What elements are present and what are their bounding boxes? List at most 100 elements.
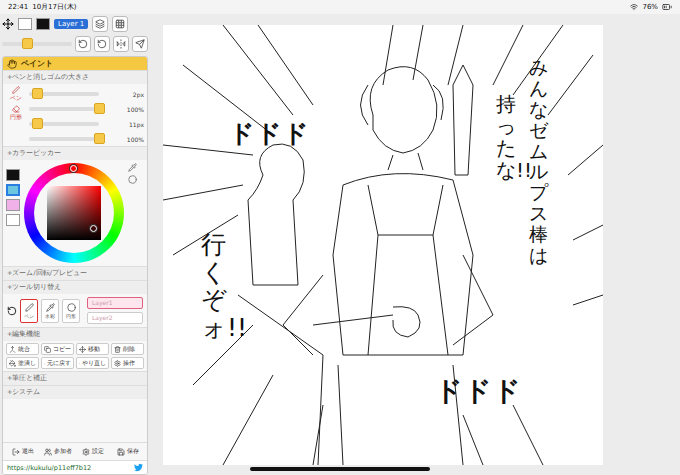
eraser-icon bbox=[12, 105, 20, 113]
size-row: 2px bbox=[29, 89, 144, 99]
top-toolbar: Layer 1 bbox=[2, 16, 148, 32]
flip-icon bbox=[116, 39, 126, 49]
tool-icon bbox=[25, 303, 34, 312]
panel-header: ペイント bbox=[3, 57, 147, 70]
hue-marker[interactable] bbox=[70, 165, 77, 172]
flip-button[interactable] bbox=[113, 36, 129, 52]
hue-wheel[interactable] bbox=[24, 163, 124, 263]
footer-icon bbox=[117, 448, 125, 456]
section-title[interactable]: +ズーム/回転/プレビュー bbox=[3, 266, 147, 280]
size-knob[interactable] bbox=[32, 88, 43, 99]
color-swatch[interactable] bbox=[6, 214, 20, 226]
swap-icon[interactable] bbox=[7, 306, 17, 316]
layer-item[interactable]: Layer2 bbox=[87, 312, 143, 324]
canvas-text: ドドド bbox=[435, 373, 522, 409]
eyedropper-icon[interactable] bbox=[128, 163, 137, 172]
opacity-slider[interactable] bbox=[29, 137, 99, 141]
edit-icon bbox=[114, 346, 121, 353]
opacity-knob[interactable] bbox=[94, 133, 105, 144]
size-controls: ペン円形2px100%11px100% bbox=[3, 84, 147, 146]
canvas-text: 行くぞォ!! bbox=[201, 231, 226, 341]
footer-button[interactable]: 設定 bbox=[76, 445, 109, 458]
opacity-row: 100% bbox=[29, 104, 144, 114]
edit-button[interactable]: 削除 bbox=[111, 343, 144, 355]
opacity-knob[interactable] bbox=[94, 103, 105, 114]
grid-icon bbox=[115, 19, 125, 29]
layers-button[interactable] bbox=[92, 16, 108, 32]
tool-label: 円形 bbox=[6, 105, 26, 121]
status-date: 10月17日(木) bbox=[32, 2, 76, 12]
zoom-knob[interactable] bbox=[22, 38, 33, 49]
size-row: 11px bbox=[29, 119, 144, 129]
opacity-value: 100% bbox=[127, 106, 144, 113]
layers-icon bbox=[95, 19, 105, 29]
status-time: 22:41 bbox=[8, 3, 28, 11]
section-title[interactable]: +カラーピッカー bbox=[3, 146, 147, 160]
screen: 22:41 10月17日(木) 76% Layer 1 ペイント+ペンと消しゴムの大きさ… bbox=[0, 0, 680, 475]
hand-icon[interactable] bbox=[7, 59, 17, 69]
layer-item[interactable]: Layer1 bbox=[87, 297, 143, 309]
edit-button[interactable]: 操作 bbox=[111, 357, 144, 369]
drawing-canvas[interactable]: ドドドドドドみんなゼムルプス棒は持ったな!!行くぞォ!! bbox=[163, 25, 603, 465]
edit-button[interactable]: コピー bbox=[41, 343, 74, 355]
rotate-button[interactable] bbox=[75, 36, 91, 52]
tool-icon bbox=[46, 303, 55, 312]
background-swatch[interactable] bbox=[18, 18, 32, 30]
tool-button[interactable]: 円形 bbox=[62, 299, 80, 323]
grid-button[interactable] bbox=[112, 16, 128, 32]
edit-button[interactable]: やり直し bbox=[76, 357, 109, 369]
reset-rotation-icon bbox=[97, 39, 107, 49]
layer-button[interactable]: Layer 1 bbox=[54, 19, 88, 29]
twitter-icon[interactable] bbox=[134, 463, 143, 472]
color-swatch[interactable] bbox=[6, 169, 20, 181]
rotate-icon bbox=[78, 39, 88, 49]
edit-icon bbox=[44, 346, 51, 353]
send-icon bbox=[135, 39, 145, 49]
pen-icon bbox=[12, 86, 20, 94]
edit-button[interactable]: 統合 bbox=[6, 343, 39, 355]
edit-icon bbox=[79, 346, 86, 353]
canvas-area: ドドドドドドみんなゼムルプス棒は持ったな!!行くぞォ!! bbox=[150, 14, 680, 475]
canvas-text: みんなゼムルプス棒は bbox=[529, 57, 548, 266]
edit-icon bbox=[79, 360, 80, 367]
battery-percent: 76% bbox=[642, 3, 658, 11]
section-title[interactable]: +システム bbox=[3, 385, 147, 399]
battery-icon bbox=[662, 2, 672, 12]
reset-button[interactable] bbox=[94, 36, 110, 52]
move-icon[interactable] bbox=[2, 18, 14, 30]
color-swatch[interactable] bbox=[6, 184, 20, 196]
room-url[interactable]: https://kukulu/p11eff7b12 bbox=[7, 464, 91, 472]
color-marker[interactable] bbox=[90, 225, 97, 232]
edit-button[interactable]: 元に戻す bbox=[41, 357, 74, 369]
section-title[interactable]: +筆圧と補正 bbox=[3, 371, 147, 385]
footer-icon bbox=[82, 448, 90, 456]
tool-button[interactable]: ペン bbox=[20, 299, 38, 323]
tool-label: ペン bbox=[6, 86, 26, 102]
tool-switch-row: ペン水彩円形 Layer1 Layer2 bbox=[3, 294, 147, 327]
section-title[interactable]: +ツール切り替え bbox=[3, 280, 147, 294]
footer-button[interactable]: 保存 bbox=[111, 445, 144, 458]
section-title[interactable]: +編集機能 bbox=[3, 327, 147, 341]
edit-buttons: 統合コピー移動削除塗潰し元に戻すやり直し操作 bbox=[3, 341, 147, 371]
size-slider[interactable] bbox=[29, 122, 99, 126]
footer-button[interactable]: 退出 bbox=[6, 445, 39, 458]
zoom-row bbox=[2, 35, 148, 53]
send-button[interactable] bbox=[132, 36, 148, 52]
color-picker bbox=[3, 160, 147, 266]
color-swatch[interactable] bbox=[6, 199, 20, 211]
zoom-slider[interactable] bbox=[2, 42, 72, 46]
size-slider[interactable] bbox=[29, 92, 99, 96]
size-value: 11px bbox=[129, 121, 144, 128]
tool-button[interactable]: 水彩 bbox=[41, 299, 59, 323]
opacity-slider[interactable] bbox=[29, 107, 99, 111]
section-title[interactable]: +ペンと消しゴムの大きさ bbox=[3, 70, 147, 84]
url-row: https://kukulu/p11eff7b12 bbox=[3, 460, 147, 474]
edit-button[interactable]: 移動 bbox=[76, 343, 109, 355]
foreground-swatch[interactable] bbox=[36, 18, 50, 30]
size-knob[interactable] bbox=[32, 118, 43, 129]
saturation-square[interactable] bbox=[47, 186, 101, 240]
footer-button[interactable]: 参加者 bbox=[41, 445, 74, 458]
footer-bar: 退出参加者設定保存 bbox=[3, 442, 147, 460]
edit-button[interactable]: 塗潰し bbox=[6, 357, 39, 369]
palette-icon[interactable] bbox=[128, 175, 137, 184]
